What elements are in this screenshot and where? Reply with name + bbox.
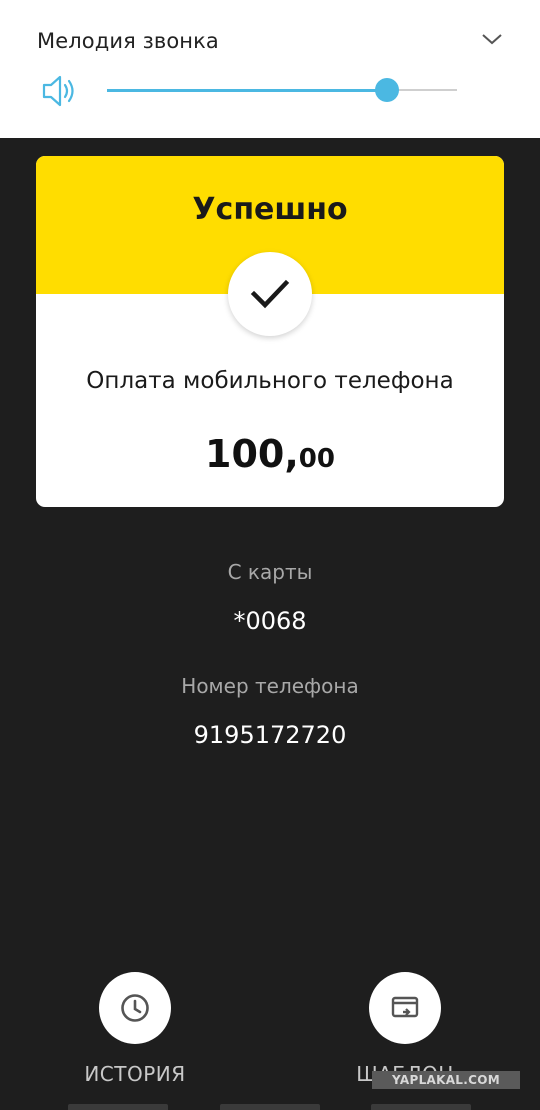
card-label: С карты xyxy=(227,560,313,584)
payment-name: Оплата мобильного телефона xyxy=(86,368,454,394)
watermark: YAPLAKAL.COM xyxy=(372,1071,520,1089)
volume-slider[interactable] xyxy=(107,78,457,102)
volume-slider-fill xyxy=(107,88,387,92)
bottom-tab-center xyxy=(220,1104,320,1110)
phone-value: 9195172720 xyxy=(193,721,347,749)
bottom-tab-left xyxy=(68,1104,168,1110)
template-button[interactable] xyxy=(369,972,441,1044)
amount-fraction: 00 xyxy=(298,444,335,474)
amount-integer: 100 xyxy=(205,432,285,476)
speaker-icon[interactable] xyxy=(40,73,80,109)
history-button[interactable] xyxy=(99,972,171,1044)
status-title: Успешно xyxy=(192,192,348,227)
template-icon xyxy=(391,996,419,1018)
phone-label: Номер телефона xyxy=(181,674,359,698)
history-label[interactable]: ИСТОРИЯ xyxy=(35,1062,235,1086)
status-badge xyxy=(228,252,312,336)
volume-panel: Мелодия звонка xyxy=(0,0,540,138)
volume-slider-thumb[interactable] xyxy=(375,78,399,102)
volume-title: Мелодия звонка xyxy=(37,29,219,53)
clock-icon xyxy=(121,994,149,1022)
receipt-card: Успешно Оплата мобильного телефона 100,0… xyxy=(36,156,504,507)
bottom-tab-right xyxy=(371,1104,471,1110)
checkmark-icon xyxy=(250,279,290,309)
amount-separator: , xyxy=(284,432,299,476)
payment-amount: 100,00 xyxy=(36,432,504,476)
card-value: *0068 xyxy=(233,607,307,635)
chevron-down-icon[interactable] xyxy=(480,30,504,48)
